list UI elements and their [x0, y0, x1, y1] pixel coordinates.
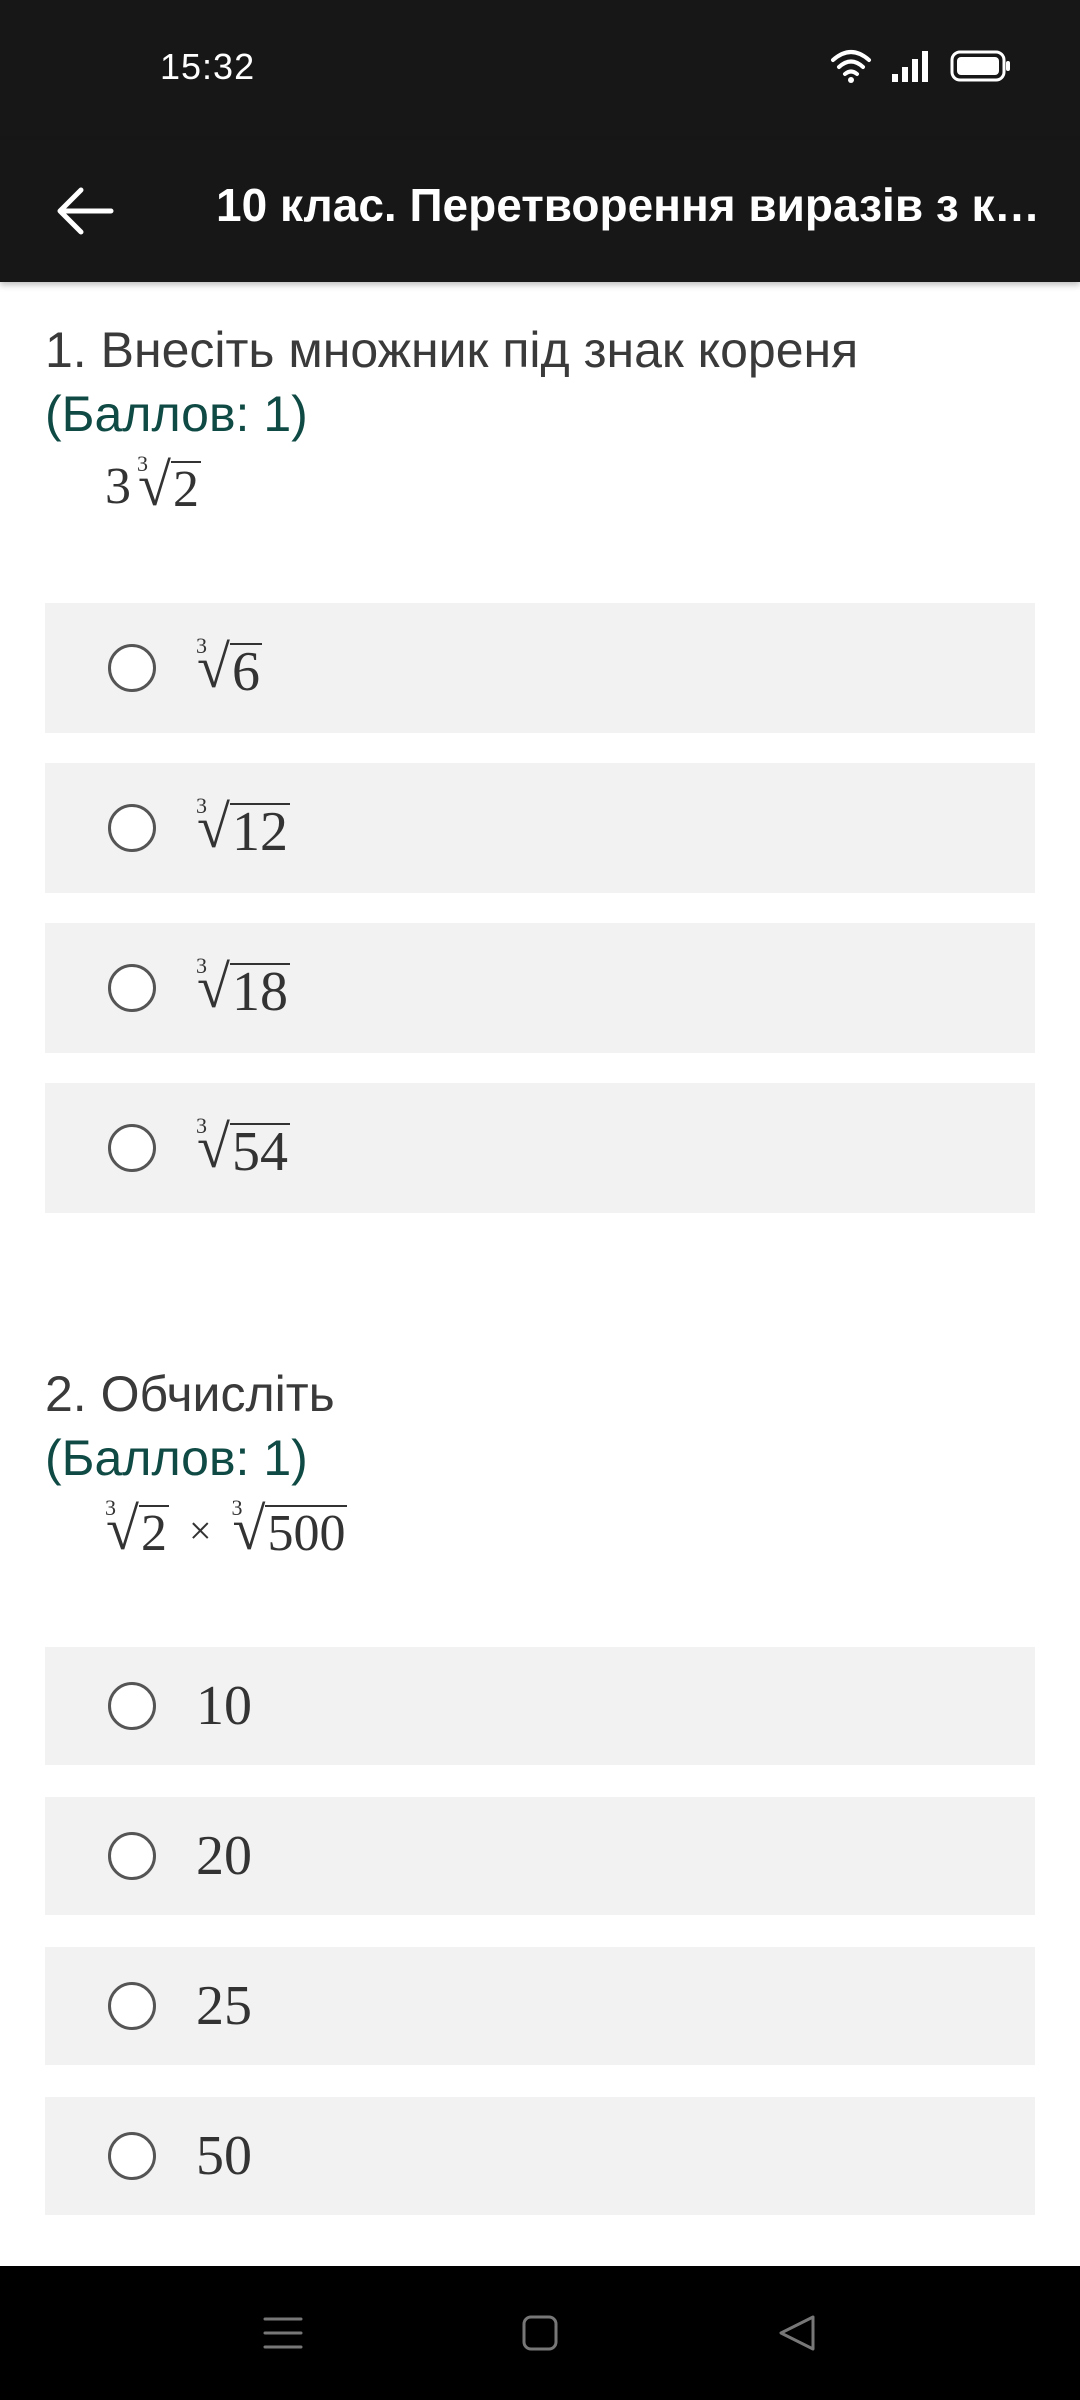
- root-index: 3: [196, 1113, 207, 1138]
- radicand: 500: [265, 1505, 348, 1562]
- triangle-back-icon: [779, 2315, 815, 2351]
- radicand: 12: [229, 801, 290, 863]
- radicand: 6: [229, 641, 262, 703]
- radio-button[interactable]: [108, 964, 156, 1012]
- question-points: (Баллов: 1): [45, 386, 308, 442]
- cube-root-right: 3 √ 500: [232, 1495, 348, 1562]
- radicand: 54: [229, 1121, 290, 1183]
- option-root: 3 √ 54: [196, 1113, 290, 1183]
- root-index: 3: [196, 633, 207, 658]
- root-index: 3: [137, 451, 148, 476]
- option-label: 25: [196, 1975, 252, 2037]
- question-1: 1. Внесіть множник під знак кореня (Балл…: [45, 318, 1035, 526]
- q2-option-1[interactable]: 10: [45, 1647, 1035, 1765]
- nav-menu-button[interactable]: [256, 2306, 310, 2360]
- radicand: 2: [170, 461, 201, 518]
- nav-back-button[interactable]: [770, 2306, 824, 2360]
- question-text: Внесіть множник під знак кореня: [100, 322, 859, 378]
- status-bar: 15:32: [0, 0, 1080, 140]
- option-root: 3 √ 6: [196, 633, 262, 703]
- expression-coefficient: 3: [105, 457, 131, 515]
- radio-button[interactable]: [108, 804, 156, 852]
- battery-icon: [950, 50, 1010, 82]
- q2-option-3[interactable]: 25: [45, 1947, 1035, 2065]
- back-button[interactable]: [44, 170, 126, 252]
- q2-option-2[interactable]: 20: [45, 1797, 1035, 1915]
- q1-option-3[interactable]: 3 √ 18: [45, 923, 1035, 1053]
- question-text: Обчисліть: [100, 1366, 335, 1422]
- menu-icon: [263, 2317, 303, 2349]
- radio-button[interactable]: [108, 2132, 156, 2180]
- root-index: 3: [196, 953, 207, 978]
- radicand: 18: [229, 961, 290, 1023]
- radio-button[interactable]: [108, 1682, 156, 1730]
- radio-button[interactable]: [108, 644, 156, 692]
- question-expression: 3 3 √ 2: [105, 446, 1035, 526]
- question-points: (Баллов: 1): [45, 1430, 308, 1486]
- multiply-operator: ×: [188, 1507, 212, 1553]
- question-expression: 3 √ 2 × 3 √ 500: [105, 1490, 1035, 1570]
- option-label: 50: [196, 2125, 252, 2187]
- radicand: 2: [138, 1505, 169, 1562]
- wifi-icon: [831, 50, 871, 83]
- nav-home-button[interactable]: [513, 2306, 567, 2360]
- cube-root-left: 3 √ 2: [105, 1495, 169, 1562]
- radio-button[interactable]: [108, 1124, 156, 1172]
- status-time: 15:32: [160, 46, 256, 87]
- page-title: 10 клас. Перетворення виразів з ко…: [216, 179, 1056, 231]
- option-root: 3 √ 18: [196, 953, 290, 1023]
- root-index: 3: [231, 1495, 243, 1520]
- root-index: 3: [196, 793, 207, 818]
- radio-button[interactable]: [108, 1982, 156, 2030]
- question-title: 2. Обчисліть: [45, 1362, 1035, 1426]
- arrow-left-icon: [57, 187, 114, 235]
- question-title: 1. Внесіть множник під знак кореня: [45, 318, 1035, 382]
- system-nav-bar: [0, 2266, 1080, 2400]
- q1-option-4[interactable]: 3 √ 54: [45, 1083, 1035, 1213]
- cube-root: 3 √ 2: [137, 451, 201, 518]
- root-index: 3: [105, 1495, 116, 1520]
- q1-option-1[interactable]: 3 √ 6: [45, 603, 1035, 733]
- question-number: 2.: [45, 1366, 87, 1422]
- q2-option-4[interactable]: 50: [45, 2097, 1035, 2215]
- radio-button[interactable]: [108, 1832, 156, 1880]
- option-label: 20: [196, 1825, 252, 1887]
- signal-icon: [892, 51, 928, 82]
- q1-option-2[interactable]: 3 √ 12: [45, 763, 1035, 893]
- status-icons: [830, 48, 1012, 84]
- question-number: 1.: [45, 322, 87, 378]
- option-label: 10: [196, 1675, 252, 1737]
- question-2: 2. Обчисліть (Баллов: 1) 3 √ 2 × 3 √ 500: [45, 1362, 1035, 1570]
- home-icon: [522, 2315, 558, 2351]
- option-root: 3 √ 12: [196, 793, 290, 863]
- app-bar: 10 клас. Перетворення виразів з ко…: [0, 140, 1080, 282]
